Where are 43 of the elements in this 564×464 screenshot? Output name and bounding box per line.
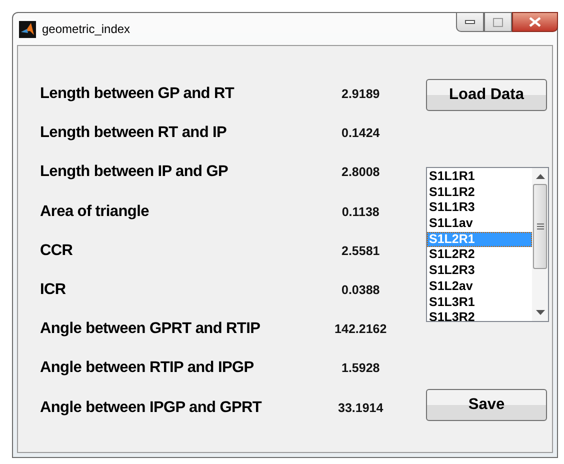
measurement-value: 33.1914 (337, 400, 384, 414)
list-item[interactable]: S1L3R2 (427, 310, 532, 321)
measurement-label: CCR (39, 242, 74, 260)
measurement-value: 1.5928 (340, 360, 381, 376)
measurement-label: Length between IP and GP (39, 163, 230, 182)
measurement-value: 2.5581 (340, 242, 381, 258)
measurement-label: Angle between RTIP and IPGP (39, 359, 255, 378)
measurement-label: Length between RT and IP (39, 124, 228, 142)
measurement-value: 0.0388 (340, 282, 381, 297)
measurement-label: Angle between GPRT and RTIP (39, 320, 262, 338)
list-item[interactable]: S1L2R2 (427, 247, 532, 264)
measurement-value: 2.9189 (340, 86, 381, 101)
maximize-icon (493, 18, 503, 26)
grip-icon (536, 223, 544, 230)
app-icon (19, 20, 36, 38)
window-title: geometric_index (42, 22, 132, 36)
measurement-label: ICR (39, 280, 67, 299)
measurement-label: Angle between IPGP and GPRT (39, 398, 263, 416)
list-item[interactable]: S1L2av (427, 278, 532, 294)
maximize-button[interactable] (484, 12, 512, 32)
measurement-label: Area of triangle (39, 202, 150, 221)
load-data-button[interactable]: Load Data (426, 79, 547, 111)
measurement-value: 0.1138 (340, 204, 380, 219)
measurement-value: 0.1424 (340, 125, 381, 140)
minimize-icon (465, 20, 475, 24)
list-item[interactable]: S1L1R1 (427, 169, 532, 185)
list-item[interactable]: S1L1R2 (427, 184, 532, 200)
list-item[interactable]: S1L1av (427, 216, 532, 232)
close-button[interactable] (512, 12, 558, 32)
list-item[interactable]: S1L2R3 (427, 263, 532, 279)
save-button[interactable]: Save (426, 389, 547, 421)
scroll-thumb[interactable] (533, 184, 547, 269)
measurement-value: 2.8008 (340, 164, 381, 180)
scrollbar[interactable] (532, 168, 548, 321)
measurement-label: Length between GP and RT (39, 85, 236, 103)
scroll-down-icon[interactable] (536, 310, 544, 316)
list-item[interactable]: S1L1R3 (427, 200, 532, 216)
minimize-button[interactable] (456, 12, 484, 32)
list-item[interactable]: S1L3R1 (427, 294, 532, 310)
measurement-value: 142.2162 (334, 321, 388, 336)
scroll-up-icon[interactable] (536, 173, 544, 179)
close-icon (529, 17, 541, 27)
list-box[interactable]: S1L1R1 S1L1R2 S1L1R3 S1L1av S1L2R1 S1L2R2 S1L2R3 S1L2av S1L3R1 S1L3R2 (426, 167, 549, 322)
